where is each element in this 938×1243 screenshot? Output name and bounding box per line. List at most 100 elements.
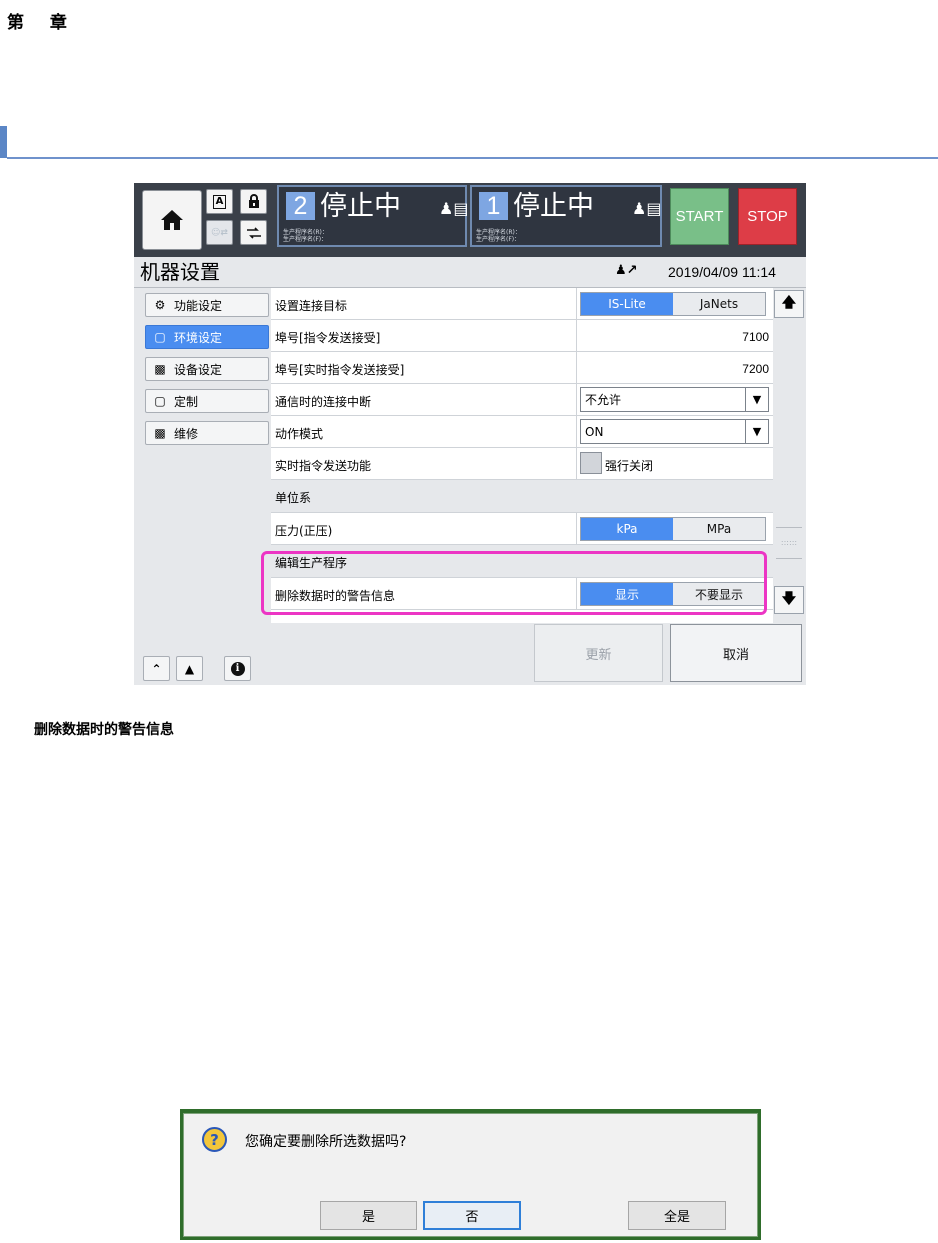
setting-label: 设置连接目标	[275, 299, 348, 313]
dialog-message: 您确定要删除所选数据吗?	[245, 1134, 407, 1150]
scroll-up-button[interactable]: 🡅	[774, 290, 804, 318]
home-button[interactable]	[142, 190, 202, 250]
setting-label: 动作模式	[275, 427, 324, 441]
setting-row-pressure: 压力(正压) kPa MPa	[271, 513, 773, 545]
cancel-button[interactable]: 取消	[670, 624, 802, 682]
connection-target-toggle[interactable]: IS-Lite JaNets	[580, 292, 766, 316]
all-yes-button[interactable]: 全是	[628, 1201, 726, 1230]
operator-clipboard-icon: ♟▤	[632, 199, 662, 218]
select-value: ON	[585, 424, 604, 439]
lock-icon	[248, 194, 259, 208]
setting-label: 通信时的连接中断	[275, 395, 372, 409]
sidebar-item-label: 环境设定	[174, 330, 223, 345]
update-button[interactable]: 更新	[534, 624, 663, 682]
option-kpa[interactable]: kPa	[581, 518, 673, 540]
dropdown-arrow-icon: ▼	[745, 388, 768, 411]
auto-mode-button[interactable]: A	[206, 189, 233, 214]
setting-row-connection-target: 设置连接目标 IS-Lite JaNets	[271, 288, 773, 320]
sidebar-item-label: 功能设定	[174, 298, 223, 313]
clock: 2019/04/09 11:14	[668, 264, 776, 280]
status-panel-2[interactable]: 2 停止中 ♟▤ 生产程序名(R)： 生产程序名(F)：	[277, 185, 469, 247]
option-janets[interactable]: JaNets	[673, 293, 765, 315]
section-title: 单位系	[275, 491, 312, 505]
dropdown-arrow-icon: ▼	[745, 420, 768, 443]
network-button[interactable]	[240, 220, 267, 245]
setting-label: 埠号[指令发送接受]	[275, 331, 381, 345]
title-bar: 机器设置 ♟↗ 2019/04/09 11:14	[134, 257, 806, 288]
warning-icon: ▲	[184, 661, 195, 676]
collapse-button[interactable]: ⌃	[143, 656, 170, 681]
scroll-thumb[interactable]: ::::::	[776, 527, 802, 559]
sidebar-item-label: 维修	[174, 426, 199, 441]
double-chevron-up-icon: ⌃	[151, 661, 162, 676]
page-title: 机器设置	[140, 260, 220, 284]
station-status: 停止中	[513, 191, 594, 221]
customize-icon: ▢	[154, 394, 166, 408]
lock-button[interactable]	[240, 189, 267, 214]
network-icon	[246, 226, 261, 239]
maintenance-icon: ▩	[154, 426, 166, 440]
program-name-f: 生产程序名(F)：	[476, 236, 521, 243]
port-command-value[interactable]: 7100	[742, 330, 769, 344]
action-bar: 更新 取消	[271, 623, 806, 685]
port-realtime-value[interactable]: 7200	[742, 362, 769, 376]
yes-button[interactable]: 是	[320, 1201, 417, 1230]
scroll-down-button[interactable]: 🡇	[774, 586, 804, 614]
sidebar-item-device[interactable]: ▩ 设备设定	[145, 357, 269, 381]
option-mpa[interactable]: MPa	[673, 518, 765, 540]
sidebar: ⚙ 功能设定 ▢ 环境设定 ▩ 设备设定 ▢ 定制 ▩ 维修	[134, 288, 271, 685]
device-settings-icon: ▩	[154, 362, 166, 376]
sidebar-item-environment[interactable]: ▢ 环境设定	[145, 325, 269, 349]
no-button[interactable]: 否	[423, 1201, 521, 1230]
status-panel-1[interactable]: 1 停止中 ♟▤ 生产程序名(R)： 生产程序名(F)：	[470, 185, 662, 247]
setting-row-realtime-send: 实时指令发送功能 强行关闭	[271, 448, 773, 480]
section-divider	[7, 157, 938, 159]
section-marker	[0, 126, 7, 158]
start-button[interactable]: START	[670, 188, 729, 245]
setting-label: 压力(正压)	[275, 524, 333, 538]
setting-row-action-mode: 动作模式 ON ▼	[271, 416, 773, 448]
station-number: 2	[286, 192, 315, 220]
setting-row-comm-disconnect: 通信时的连接中断 不允许 ▼	[271, 384, 773, 416]
users-icon: ☺⇄	[211, 227, 228, 238]
setting-row-port-realtime: 埠号[实时指令发送接受] 7200	[271, 352, 773, 384]
section-caption: 删除数据时的警告信息	[34, 722, 174, 738]
question-icon: ?	[202, 1127, 227, 1152]
home-icon	[161, 210, 183, 230]
option-is-lite[interactable]: IS-Lite	[581, 293, 673, 315]
machine-settings-screen: A ☺⇄ 2 停止中 ♟▤ 生产程序名(R)： 生产程序名(F)： 1 停止中 …	[134, 183, 806, 685]
user-key-icon: ♟↗	[615, 263, 638, 278]
scrollbar[interactable]: 🡅 :::::: 🡇	[773, 288, 806, 623]
info-icon: i	[230, 661, 245, 676]
station-status: 停止中	[320, 191, 401, 221]
confirm-delete-dialog: ? 您确定要删除所选数据吗? 是 否 全是	[183, 1113, 758, 1237]
user-switch-button[interactable]: ☺⇄	[206, 220, 233, 245]
sidebar-item-function[interactable]: ⚙ 功能设定	[145, 293, 269, 317]
program-name-info: 生产程序名(R)： 生产程序名(F)：	[283, 229, 328, 243]
function-settings-icon: ⚙	[154, 298, 166, 312]
operator-clipboard-icon: ♟▤	[439, 199, 469, 218]
select-value: 不允许	[585, 393, 622, 407]
program-name-info: 生产程序名(R)： 生产程序名(F)：	[476, 229, 521, 243]
setting-label: 埠号[实时指令发送接受]	[275, 363, 405, 377]
alarm-button[interactable]: ▲	[176, 656, 203, 681]
program-name-r: 生产程序名(R)：	[476, 229, 521, 236]
force-close-checkbox[interactable]	[580, 452, 602, 474]
highlight-frame	[261, 551, 767, 615]
sidebar-item-customize[interactable]: ▢ 定制	[145, 389, 269, 413]
stop-button[interactable]: STOP	[738, 188, 797, 245]
auto-mode-icon: A	[212, 194, 227, 209]
environment-settings-icon: ▢	[154, 330, 166, 344]
arrow-up-icon: 🡅	[781, 295, 797, 311]
arrow-down-icon: 🡇	[781, 591, 797, 607]
section-unit-system: 单位系	[271, 480, 773, 513]
sidebar-item-maintenance[interactable]: ▩ 维修	[145, 421, 269, 445]
station-number: 1	[479, 192, 508, 220]
action-mode-select[interactable]: ON ▼	[580, 419, 769, 444]
info-button[interactable]: i	[224, 656, 251, 681]
checkbox-label: 强行关闭	[605, 459, 654, 473]
pressure-unit-toggle[interactable]: kPa MPa	[580, 517, 766, 541]
comm-disconnect-select[interactable]: 不允许 ▼	[580, 387, 769, 412]
setting-label: 实时指令发送功能	[275, 459, 372, 473]
sidebar-item-label: 设备设定	[174, 362, 223, 377]
